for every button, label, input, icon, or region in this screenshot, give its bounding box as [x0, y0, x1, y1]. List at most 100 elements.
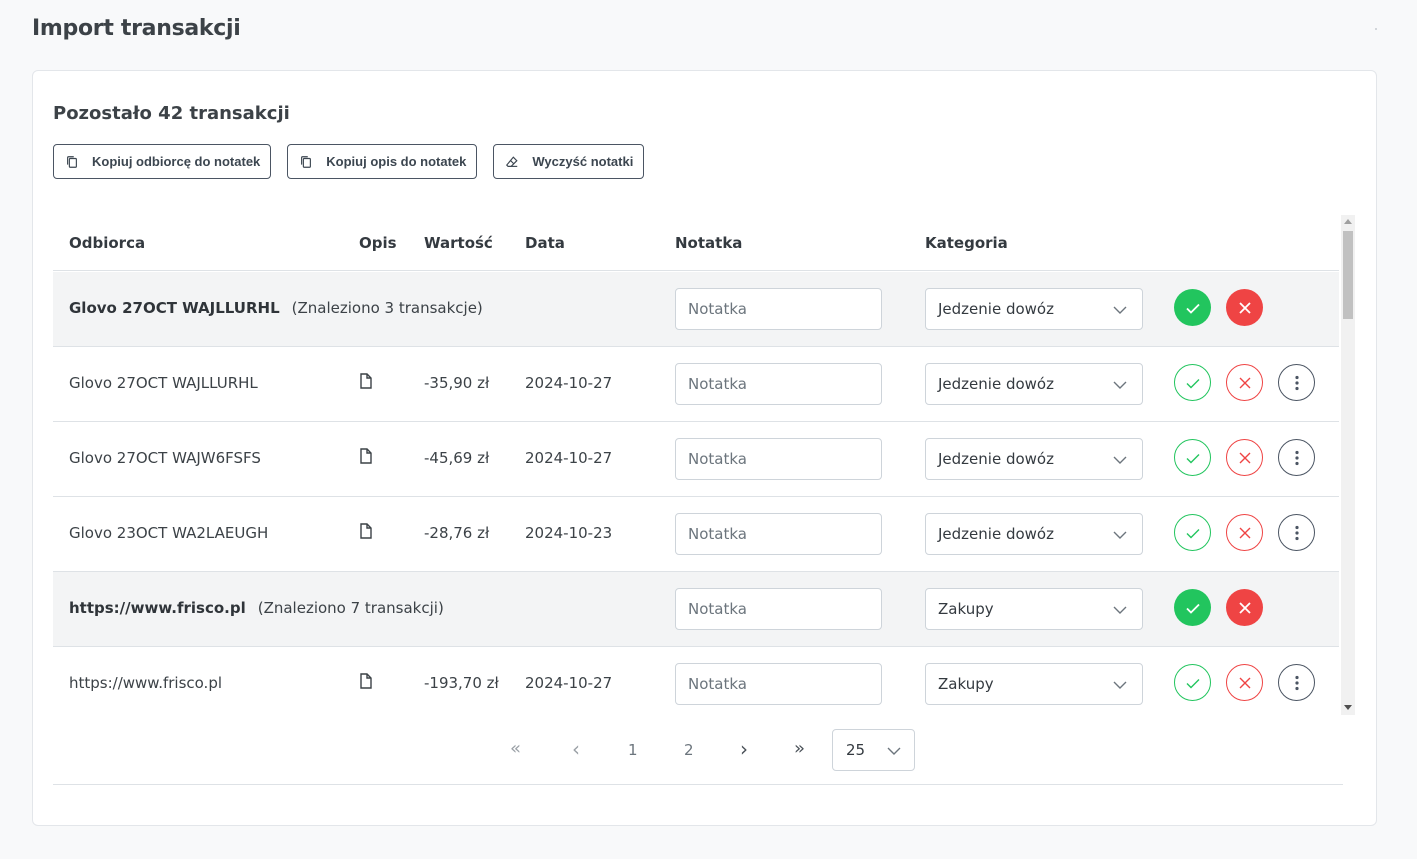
close-icon [1239, 377, 1250, 388]
check-icon [1186, 453, 1199, 463]
group-row: Glovo 27OCT WAJLLURHL (Znaleziono 3 trans… [53, 272, 1339, 347]
page-size-select[interactable]: 25 [832, 729, 915, 771]
header-recipient: Odbiorca [69, 234, 146, 252]
value-cell: -45,69 zł [424, 449, 490, 467]
category-select[interactable]: Zakupy [925, 663, 1143, 705]
page-2-button[interactable]: 2 [684, 741, 694, 759]
note-input[interactable] [675, 438, 882, 480]
header-date: Data [525, 234, 565, 252]
accept-button[interactable] [1174, 364, 1211, 401]
category-select[interactable]: Jedzenie dowóz [925, 363, 1143, 405]
chevron-down-icon [1113, 606, 1127, 614]
value-cell: -28,76 zł [424, 524, 490, 542]
group-found-count: (Znaleziono 7 transakcji) [257, 599, 444, 617]
copy-description-label: Kopiuj opis do notatek [326, 154, 467, 169]
category-select[interactable]: Jedzenie dowóz [925, 438, 1143, 480]
category-value: Zakupy [938, 600, 994, 618]
check-icon [1186, 678, 1199, 688]
scroll-up-arrow-icon[interactable] [1344, 219, 1352, 224]
recipient-cell: https://www.frisco.pl [69, 674, 223, 692]
copy-description-button[interactable]: Kopiuj opis do notatek [287, 144, 478, 179]
decorative-dot [1375, 28, 1377, 30]
document-icon[interactable] [359, 373, 373, 389]
chevron-down-icon [1113, 531, 1127, 539]
document-icon[interactable] [359, 523, 373, 539]
category-select[interactable]: Jedzenie dowóz [925, 288, 1143, 330]
scroll-down-arrow-icon[interactable] [1344, 705, 1352, 710]
reject-group-button[interactable] [1226, 589, 1263, 626]
chevron-down-icon [1113, 681, 1127, 689]
page-size-value: 25 [846, 741, 866, 759]
copy-recipient-button[interactable]: Kopiuj odbiorcę do notatek [53, 144, 272, 179]
chevron-down-icon [1113, 306, 1127, 314]
chevron-down-icon [887, 747, 901, 755]
close-icon [1239, 677, 1250, 688]
category-value: Jedzenie dowóz [938, 525, 1054, 543]
accept-button[interactable] [1174, 664, 1211, 701]
chevron-down-icon [1113, 381, 1127, 389]
more-options-button[interactable] [1278, 439, 1315, 476]
document-icon[interactable] [359, 673, 373, 689]
date-cell: 2024-10-23 [525, 524, 613, 542]
note-input[interactable] [675, 588, 882, 630]
more-vertical-icon [1294, 375, 1299, 390]
reject-button[interactable] [1226, 364, 1263, 401]
more-options-button[interactable] [1278, 364, 1315, 401]
accept-group-button[interactable] [1174, 589, 1211, 626]
more-options-button[interactable] [1278, 664, 1315, 701]
value-cell: -193,70 zł [424, 674, 499, 692]
table-header: Odbiorca Opis Wartość Data Notatka Kateg… [53, 215, 1339, 271]
date-cell: 2024-10-27 [525, 674, 613, 692]
header-value: Wartość [424, 234, 493, 252]
first-page-button[interactable]: « [510, 738, 521, 759]
date-cell: 2024-10-27 [525, 374, 613, 392]
category-select[interactable]: Jedzenie dowóz [925, 513, 1143, 555]
more-options-button[interactable] [1278, 514, 1315, 551]
note-input[interactable] [675, 513, 882, 555]
prev-page-button[interactable]: ‹ [572, 737, 580, 761]
note-input[interactable] [675, 288, 882, 330]
category-select[interactable]: Zakupy [925, 588, 1143, 630]
table-scrollbar[interactable] [1341, 215, 1355, 715]
last-page-button[interactable]: » [794, 738, 805, 759]
close-icon [1238, 301, 1251, 314]
table-row: Glovo 27OCT WAJW6FSFS -45,69 zł 2024-10-… [53, 422, 1339, 497]
note-input[interactable] [675, 663, 882, 705]
accept-button[interactable] [1174, 439, 1211, 476]
reject-button[interactable] [1226, 664, 1263, 701]
table-row: Glovo 23OCT WA2LAEUGH -28,76 zł 2024-10-… [53, 497, 1339, 572]
chevron-down-icon [1113, 456, 1127, 464]
remaining-count: Pozostało 42 transakcji [53, 103, 290, 124]
more-vertical-icon [1294, 450, 1299, 465]
scroll-thumb[interactable] [1343, 231, 1353, 319]
reject-button[interactable] [1226, 439, 1263, 476]
copy-icon [64, 155, 80, 169]
accept-group-button[interactable] [1174, 289, 1211, 326]
reject-group-button[interactable] [1226, 289, 1263, 326]
recipient-cell: Glovo 27OCT WAJW6FSFS [69, 449, 261, 467]
note-input[interactable] [675, 363, 882, 405]
close-icon [1239, 527, 1250, 538]
group-row: https://www.frisco.pl (Znaleziono 7 trans… [53, 572, 1339, 647]
document-icon[interactable] [359, 448, 373, 464]
value-cell: -35,90 zł [424, 374, 490, 392]
page-1-button[interactable]: 1 [628, 741, 638, 759]
date-cell: 2024-10-27 [525, 449, 613, 467]
group-found-count: (Znaleziono 3 transakcje) [291, 299, 483, 317]
check-icon [1186, 378, 1199, 388]
import-card: Pozostało 42 transakcji Kopiuj odbiorcę … [32, 70, 1377, 826]
more-vertical-icon [1294, 675, 1299, 690]
group-name: Glovo 27OCT WAJLLURHL (Znaleziono 3 trans… [69, 299, 483, 317]
close-icon [1239, 452, 1250, 463]
clear-notes-button[interactable]: Wyczyść notatki [493, 144, 645, 179]
accept-button[interactable] [1174, 514, 1211, 551]
clear-notes-label: Wyczyść notatki [532, 154, 634, 169]
reject-button[interactable] [1226, 514, 1263, 551]
check-icon [1185, 603, 1200, 614]
more-vertical-icon [1294, 525, 1299, 540]
category-value: Zakupy [938, 675, 994, 693]
table-row: Glovo 27OCT WAJLLURHL -35,90 zł 2024-10-… [53, 347, 1339, 422]
category-value: Jedzenie dowóz [938, 300, 1054, 318]
next-page-button[interactable]: › [740, 737, 748, 761]
transactions-table: Odbiorca Opis Wartość Data Notatka Kateg… [53, 215, 1343, 715]
